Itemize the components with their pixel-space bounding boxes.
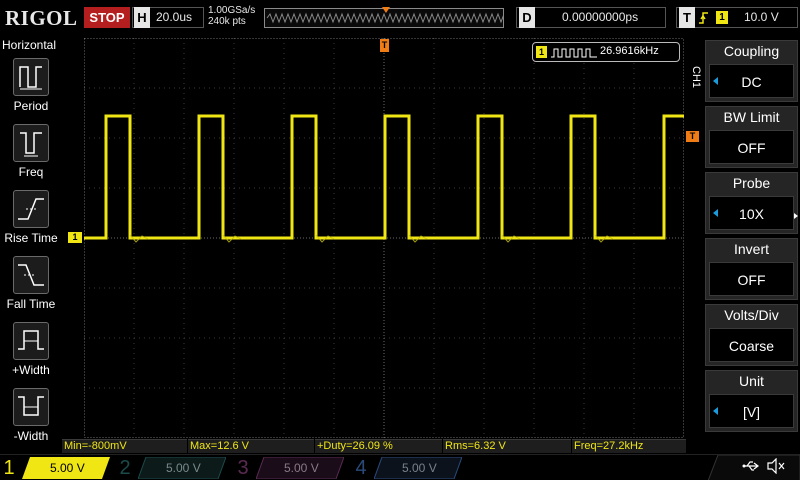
ch4-number: 4: [355, 457, 367, 479]
bw-limit-menu-item[interactable]: BW Limit OFF: [705, 106, 798, 168]
bw-limit-title: BW Limit: [723, 109, 780, 125]
coupling-title: Coupling: [723, 43, 780, 59]
measure-pos-width-button[interactable]: +Width: [0, 318, 62, 382]
probe-value-box: 10X: [709, 196, 794, 230]
waveform-display[interactable]: [84, 38, 684, 438]
ch2-number: 2: [119, 457, 131, 479]
measurement-freq: Freq=27.2kHz: [572, 439, 686, 453]
unit-value: [V]: [742, 404, 761, 420]
measure-rise-time-label: Rise Time: [4, 231, 58, 245]
invert-value-box: OFF: [709, 262, 794, 296]
memory-depth: 240k pts: [208, 16, 246, 27]
ch3-number: 3: [237, 457, 249, 479]
channel-bar: 1 5.00 V 2 5.00 V 3 5.00 V 4 5.00 V: [0, 454, 800, 480]
trigger-position-marker[interactable]: T: [380, 39, 389, 52]
bw-limit-value: OFF: [737, 140, 766, 156]
run-stop-indicator[interactable]: STOP: [84, 7, 130, 28]
rising-edge-icon: [699, 12, 708, 24]
frequency-counter-channel: 1: [536, 46, 547, 58]
volts-div-value-box: Coarse: [709, 328, 794, 362]
bw-limit-value-box: OFF: [709, 130, 794, 164]
speaker-muted-icon[interactable]: [766, 457, 786, 477]
unit-title: Unit: [739, 373, 764, 389]
measurement-min: Min=-800mV: [62, 439, 187, 453]
frequency-counter-value: 26.9616kHz: [600, 45, 659, 57]
rise-time-icon: [13, 190, 49, 228]
volts-div-menu-item[interactable]: Volts/Div Coarse: [705, 304, 798, 366]
measurement-max: Max=12.6 V: [188, 439, 314, 453]
ch3-scale: 5.00 V: [284, 461, 319, 475]
ch3-tab[interactable]: 3 5.00 V: [234, 455, 346, 480]
frequency-icon: [13, 124, 49, 162]
probe-value: 10X: [739, 206, 764, 222]
probe-title: Probe: [732, 175, 771, 191]
unit-value-box: [V]: [709, 394, 794, 428]
usb-icon: [742, 460, 760, 475]
fall-time-icon: [13, 256, 49, 294]
measure-neg-width-button[interactable]: -Width: [0, 384, 62, 448]
trigger-key: T: [679, 7, 695, 28]
ch2-scale: 5.00 V: [166, 461, 201, 475]
measure-freq-button[interactable]: Freq: [0, 120, 62, 184]
measure-category-title: Horizontal: [2, 38, 57, 52]
ch4-tab[interactable]: 4 5.00 V: [352, 455, 464, 480]
more-indicator-icon: [794, 206, 798, 219]
positive-width-icon: [13, 322, 49, 360]
timebase-key: H: [134, 7, 150, 28]
ch1-offset-marker[interactable]: 1: [68, 232, 82, 243]
memory-trigger-marker: [382, 7, 390, 13]
invert-value: OFF: [737, 272, 766, 288]
top-bar: RIGOL STOP H 20.0us 1.00GSa/s 240k pts D…: [0, 0, 800, 36]
ch1-tab[interactable]: 1 5.00 V: [0, 455, 112, 480]
delay-value: 0.00000000ps: [562, 10, 639, 24]
measure-freq-label: Freq: [18, 165, 44, 179]
measure-neg-width-label: -Width: [13, 429, 49, 443]
channel-menu-label: CH1: [690, 66, 702, 89]
negative-width-icon: [13, 388, 49, 426]
trigger-level-marker[interactable]: T: [686, 131, 699, 142]
measure-rise-time-button[interactable]: Rise Time: [0, 186, 62, 250]
ch1-number: 1: [3, 457, 15, 479]
acquisition-info: 1.00GSa/s 240k pts: [208, 5, 255, 27]
sample-rate: 1.00GSa/s: [208, 5, 256, 16]
coupling-menu-item[interactable]: Coupling DC: [705, 40, 798, 102]
measurement-rms: Rms=6.32 V: [443, 439, 571, 453]
frequency-counter: 1 26.9616kHz: [532, 42, 680, 62]
ch1-scale: 5.00 V: [50, 461, 85, 475]
probe-menu-item[interactable]: Probe 10X: [705, 172, 798, 234]
coupling-value-box: DC: [709, 64, 794, 98]
measure-period-button[interactable]: Period: [0, 54, 62, 118]
ch2-tab[interactable]: 2 5.00 V: [116, 455, 228, 480]
pulse-train-icon: [551, 48, 597, 58]
invert-menu-item[interactable]: Invert OFF: [705, 238, 798, 300]
coupling-value: DC: [741, 74, 762, 90]
measure-period-label: Period: [13, 99, 49, 113]
measure-fall-time-button[interactable]: Fall Time: [0, 252, 62, 316]
period-icon: [13, 58, 49, 96]
measurement-duty: +Duty=26.09 %: [315, 439, 442, 453]
volts-div-title: Volts/Div: [724, 307, 779, 323]
volts-div-value: Coarse: [728, 338, 775, 354]
trigger-source-chip: 1: [716, 11, 728, 24]
invert-title: Invert: [733, 241, 769, 257]
delay-key: D: [519, 7, 535, 28]
measure-fall-time-label: Fall Time: [6, 297, 56, 311]
timebase-value: 20.0us: [156, 10, 193, 24]
unit-menu-item[interactable]: Unit [V]: [705, 370, 798, 432]
ch4-scale: 5.00 V: [402, 461, 437, 475]
measure-sidebar: Horizontal Period Freq Rise Time Fall Ti…: [0, 36, 62, 454]
measure-pos-width-label: +Width: [12, 363, 50, 377]
brand-logo: RIGOL: [5, 6, 78, 30]
trigger-level-value: 10.0 V: [744, 10, 779, 24]
